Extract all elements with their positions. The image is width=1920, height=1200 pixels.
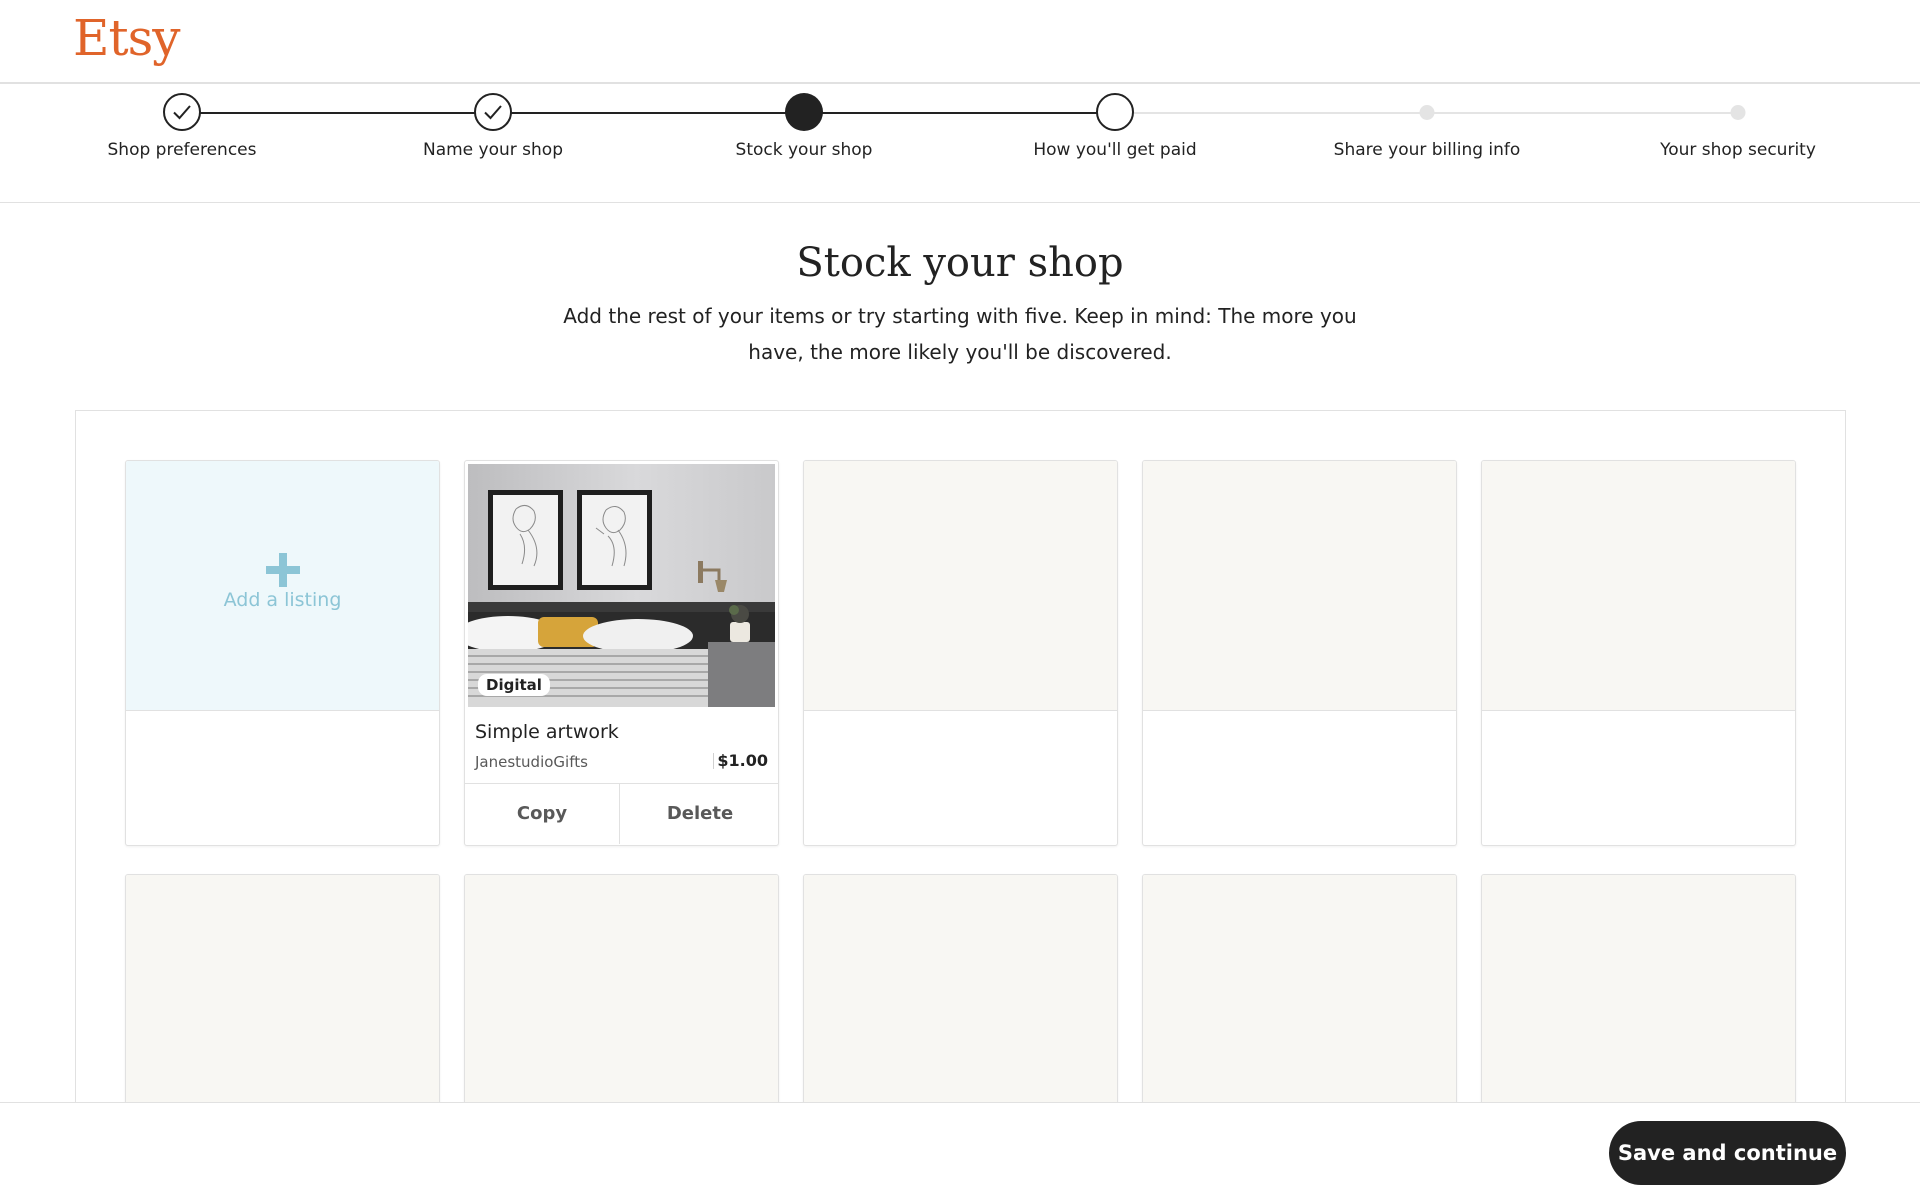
placeholder-image — [1482, 461, 1795, 711]
top-header: Etsy — [0, 0, 1920, 84]
placeholder-image — [804, 461, 1117, 711]
placeholder-slot — [803, 460, 1118, 846]
listings-panel: Add a listing Digital Simple artwork Jan… — [75, 410, 1846, 1110]
placeholder-slot — [1142, 460, 1457, 846]
step-label: Stock your shop — [735, 140, 873, 160]
check-icon — [474, 93, 512, 131]
upcoming-step-circle — [1096, 93, 1134, 131]
placeholder-slot — [1481, 460, 1796, 846]
listing-shop-name: JanestudioGifts — [475, 753, 588, 771]
bedroom-artwork-image — [468, 464, 775, 707]
step-label: Share your billing info — [1333, 140, 1521, 160]
add-listing-area[interactable]: Add a listing — [126, 461, 439, 711]
sticky-footer: Save and continue — [0, 1102, 1920, 1200]
placeholder-slot — [1142, 874, 1457, 1110]
divider — [713, 753, 714, 769]
placeholder-image — [1143, 875, 1456, 1110]
listing-title[interactable]: Simple artwork — [475, 721, 619, 743]
save-and-continue-button[interactable]: Save and continue — [1609, 1121, 1846, 1185]
add-listing-label: Add a listing — [223, 589, 342, 611]
placeholder-slot — [125, 874, 440, 1110]
page-subtitle: Add the rest of your items or try starti… — [563, 304, 1357, 364]
placeholder-slot — [803, 874, 1118, 1110]
placeholder-image — [1143, 461, 1456, 711]
step-label: Shop preferences — [107, 140, 257, 160]
locked-step-dot — [1730, 105, 1746, 120]
add-listing-card[interactable]: Add a listing — [125, 460, 440, 846]
listing-card[interactable]: Digital Simple artwork JanestudioGifts $… — [464, 460, 779, 846]
locked-step-dot — [1419, 105, 1435, 120]
listing-price: $1.00 — [717, 751, 768, 770]
placeholder-image — [804, 875, 1117, 1110]
placeholder-slot — [464, 874, 779, 1110]
page-title: Stock your shop — [796, 240, 1124, 286]
current-step-dot — [785, 93, 823, 131]
check-icon — [163, 93, 201, 131]
etsy-logo[interactable]: Etsy — [73, 9, 180, 67]
placeholder-image — [126, 875, 439, 1110]
placeholder-image — [1482, 875, 1795, 1110]
plus-icon — [266, 553, 300, 587]
step-label: How you'll get paid — [1033, 140, 1197, 160]
stepper-progress-line — [182, 112, 1116, 114]
delete-listing-button[interactable]: Delete — [620, 784, 778, 844]
onboarding-stepper: Shop preferences Name your shop Stock yo… — [0, 84, 1920, 203]
copy-listing-button[interactable]: Copy — [465, 784, 620, 844]
listing-actions: Copy Delete — [465, 783, 778, 844]
listing-thumbnail[interactable]: Digital — [468, 464, 775, 707]
step-label: Name your shop — [422, 140, 563, 160]
digital-badge: Digital — [478, 674, 550, 696]
placeholder-image — [465, 875, 778, 1110]
placeholder-slot — [1481, 874, 1796, 1110]
step-label: Your shop security — [1660, 140, 1816, 160]
